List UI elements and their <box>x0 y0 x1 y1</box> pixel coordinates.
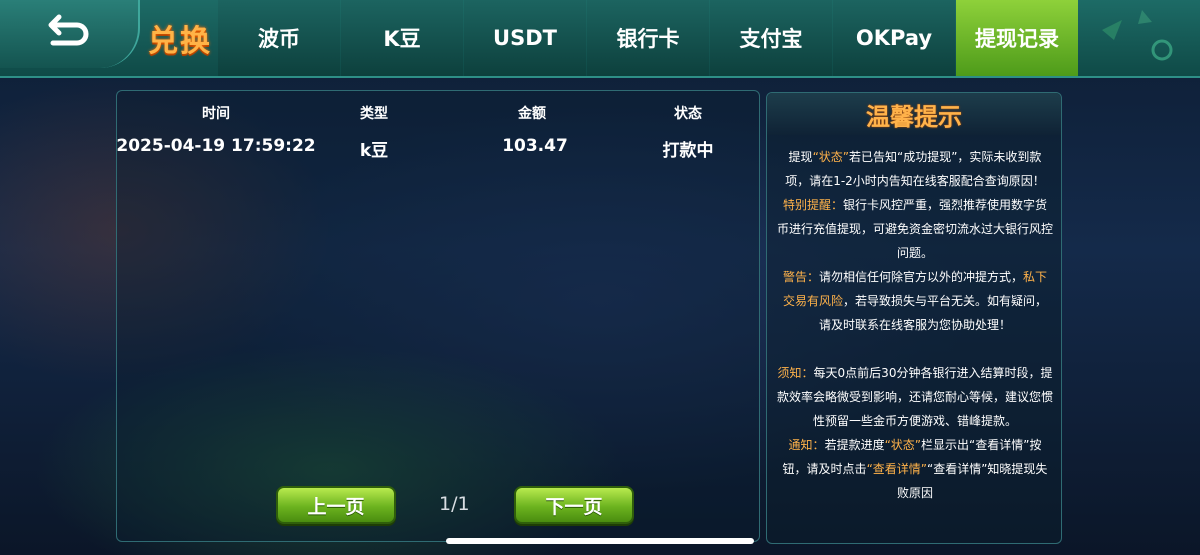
next-page-button[interactable]: 下一页 <box>514 486 634 524</box>
home-indicator[interactable] <box>446 538 754 544</box>
tip-paragraph-notice: 须知：每天0点前后30分钟各银行进入结算时段，提款效率会略微受到影响，还请您耐心… <box>777 366 1054 428</box>
tab-bar: 波币 K豆 USDT 银行卡 支付宝 OKPay 提现记录 <box>218 0 1079 76</box>
exchange-title: 兑换 <box>148 24 212 59</box>
withdraw-records-panel: 时间 类型 金额 状态 2025-04-19 17:59:22 k豆 103.4… <box>116 90 760 542</box>
tab-bank-card[interactable]: 银行卡 <box>587 0 709 76</box>
cell-status: 打款中 <box>662 141 714 161</box>
tips-body: 提现“状态”若已告知“成功提现”，实际未收到款项，请在1-2小时内告知在线客服配… <box>777 145 1053 505</box>
tips-title: 温馨提示 <box>767 93 1061 135</box>
tab-withdraw-records[interactable]: 提现记录 <box>956 0 1078 76</box>
tab-bocoin[interactable]: 波币 <box>218 0 340 76</box>
tab-k-bean[interactable]: K豆 <box>341 0 463 76</box>
decorative-pattern <box>1082 0 1200 76</box>
tip-paragraph-status: 提现“状态”若已告知“成功提现”，实际未收到款项，请在1-2小时内告知在线客服配… <box>785 150 1045 188</box>
back-button[interactable] <box>0 0 140 68</box>
cell-amount: 103.47 <box>502 136 568 156</box>
tips-panel: 温馨提示 提现“状态”若已告知“成功提现”，实际未收到款项，请在1-2小时内告知… <box>766 92 1062 544</box>
column-header-type: 类型 <box>360 106 388 122</box>
tab-alipay[interactable]: 支付宝 <box>710 0 832 76</box>
column-header-amount: 金额 <box>518 106 546 122</box>
cell-type: k豆 <box>359 141 389 161</box>
top-bar: 兑换 波币 K豆 USDT 银行卡 支付宝 OKPay 提现记录 <box>0 0 1200 78</box>
page-indicator: 1/1 <box>439 493 470 515</box>
column-header-time: 时间 <box>202 106 230 122</box>
tab-okpay[interactable]: OKPay <box>833 0 955 76</box>
column-header-status: 状态 <box>674 106 702 122</box>
tip-paragraph-notification: 通知：若提款进度“状态”栏显示出“查看详情”按钮，请及时点击“查看详情”“查看详… <box>782 438 1048 500</box>
prev-page-button[interactable]: 上一页 <box>276 486 396 524</box>
tip-paragraph-warning: 警告：请勿相信任何除官方以外的冲提方式，私下交易有风险，若导致损失与平台无关。如… <box>782 270 1048 332</box>
tip-paragraph-special: 特别提醒：银行卡风控严重，强烈推荐使用数字货币进行充值提现，可避免资金密切流水过… <box>777 198 1054 260</box>
cell-time: 2025-04-19 17:59:22 <box>116 136 316 156</box>
back-arrow-icon <box>47 13 91 55</box>
tab-usdt[interactable]: USDT <box>464 0 586 76</box>
